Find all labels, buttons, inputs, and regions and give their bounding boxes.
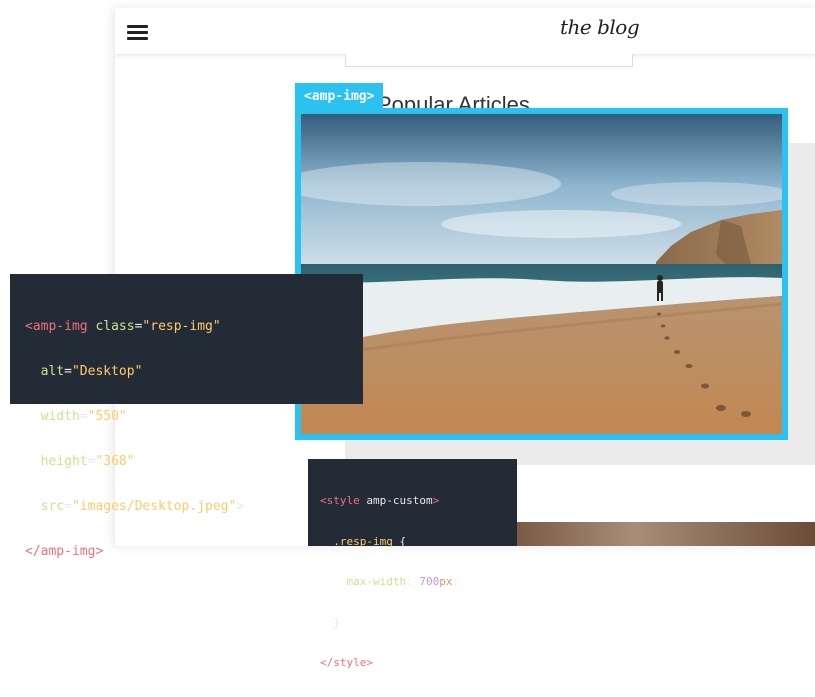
article-thumbnail[interactable]: [515, 522, 815, 546]
beach-photo: [301, 114, 782, 434]
amp-img-tag-label: <amp-img>: [295, 83, 384, 110]
code-line: alt="Desktop": [40, 364, 143, 379]
code-line: <amp-img class="resp-img": [25, 319, 221, 334]
code-line: src="images/Desktop.jpeg">: [40, 499, 245, 514]
amp-img-code-panel: <amp-img class="resp-img" alt="Desktop" …: [10, 274, 363, 559]
code-line: width="550": [40, 409, 127, 424]
code-line: <style amp-custom>: [320, 494, 440, 507]
amp-img-highlight-frame: [295, 108, 788, 440]
code-line: max-width: 700px;: [346, 575, 460, 588]
code-line: height="368": [40, 454, 135, 469]
hamburger-menu-icon[interactable]: [127, 25, 148, 41]
code-line: }: [333, 615, 340, 629]
code-line: </style>: [320, 656, 373, 669]
code-line: </amp-img>: [25, 544, 104, 559]
top-app-bar: the blog: [115, 8, 815, 55]
style-code-panel: <style amp-custom> .resp-img { max-width…: [308, 459, 517, 669]
search-box[interactable]: [345, 54, 633, 67]
blog-logo[interactable]: the blog: [560, 10, 640, 54]
